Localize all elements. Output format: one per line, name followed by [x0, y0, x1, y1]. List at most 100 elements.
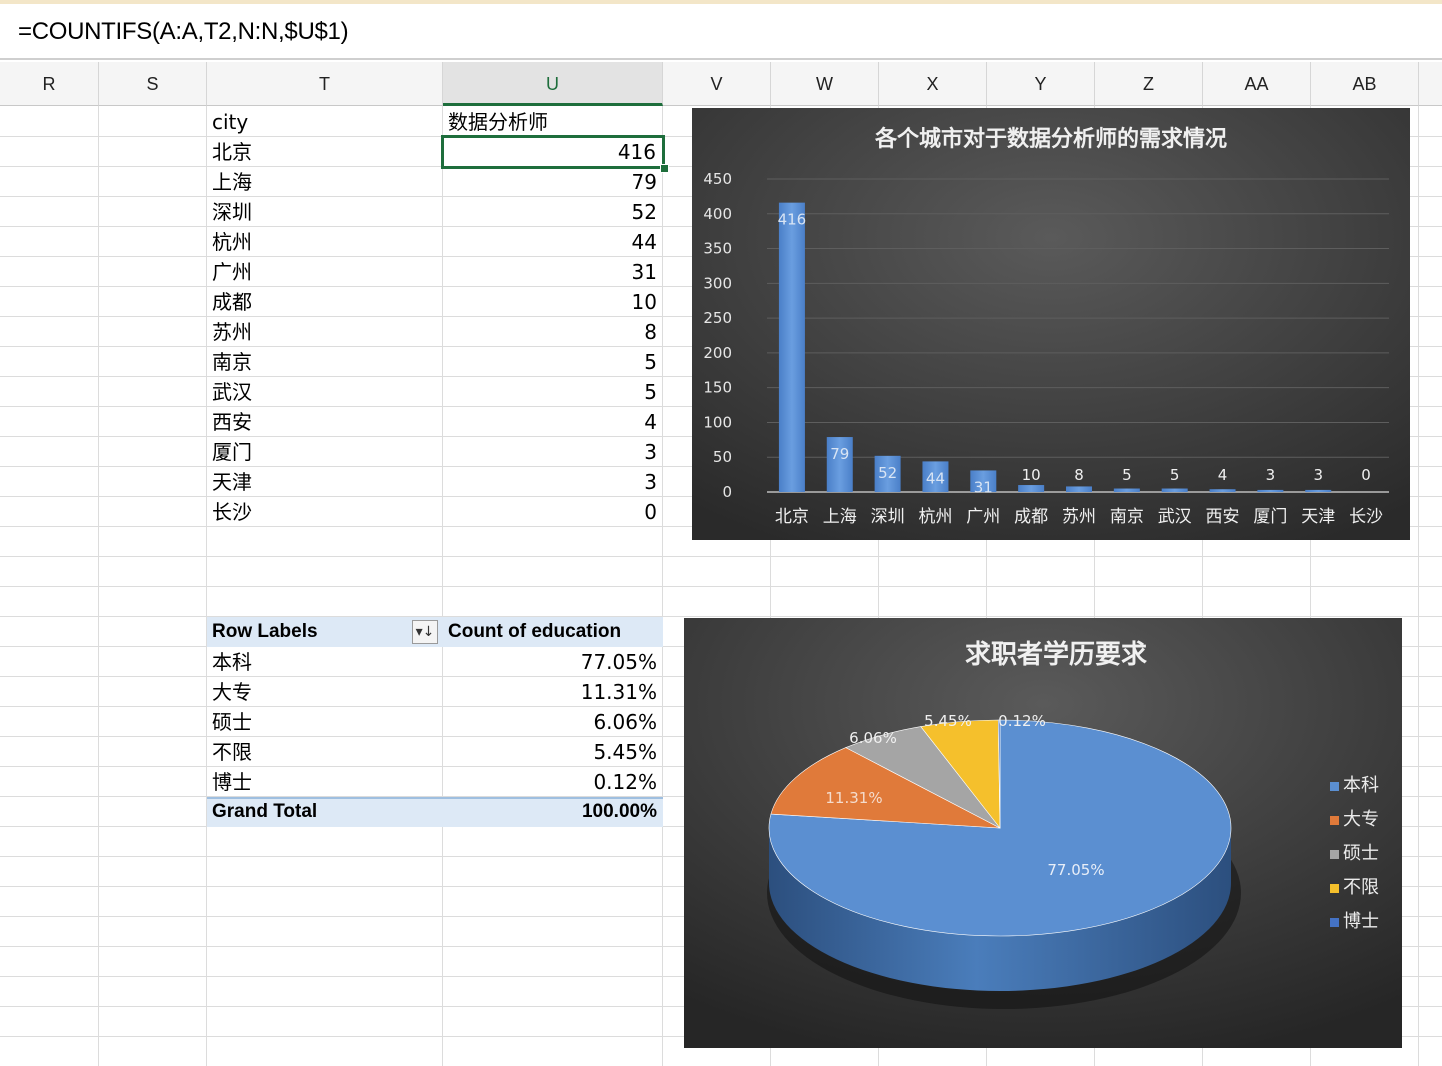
formula-text[interactable]: =COUNTIFS(A:A,T2,N:N,$U$1) [18, 18, 349, 46]
city-name-cell[interactable]: 上海 [207, 167, 443, 197]
x-tick-label: 西安 [1206, 507, 1240, 527]
city-name-cell[interactable]: 杭州 [207, 227, 443, 257]
legend-label[interactable]: 硕士 [1343, 843, 1379, 864]
column-header-ab[interactable]: AB [1311, 62, 1419, 106]
pivot-label-cell[interactable]: 本科 [207, 647, 443, 677]
city-name-cell[interactable]: 广州 [207, 257, 443, 287]
pivot-label-cell[interactable]: 大专 [207, 677, 443, 707]
bar-data-label: 4 [1218, 466, 1228, 484]
legend-swatch [1330, 782, 1339, 791]
bar-chart[interactable]: 各个城市对于数据分析师的需求情况 0 50 100 150 200 250 300 350 40… [692, 108, 1410, 540]
analyst-header-cell[interactable]: 数据分析师 [443, 107, 663, 137]
pie-data-label: 11.31% [825, 789, 882, 807]
legend-swatch [1330, 816, 1339, 825]
pie-data-label: 77.05% [1047, 861, 1104, 879]
pie-chart-title: 求职者学历要求 [965, 639, 1147, 670]
column-header-aa[interactable]: AA [1203, 62, 1311, 106]
city-name-cell[interactable]: 苏州 [207, 317, 443, 347]
y-tick-label: 250 [703, 309, 732, 327]
y-tick-label: 400 [703, 205, 732, 223]
pivot-value-cell[interactable]: 77.05% [443, 647, 663, 677]
formula-bar[interactable]: =COUNTIFS(A:A,T2,N:N,$U$1) [0, 0, 1442, 60]
x-tick-label: 广州 [966, 507, 1000, 527]
city-count-cell[interactable]: 79 [443, 167, 663, 197]
bar-data-label: 8 [1074, 466, 1084, 484]
city-name-cell[interactable]: 天津 [207, 467, 443, 497]
pie-chart[interactable]: 求职者学历要求 77.05% 11.31% 6.06% 5.45% 0.12% 本科 大专… [684, 618, 1402, 1048]
bar-data-label: 10 [1022, 466, 1041, 484]
column-header-r[interactable]: R [0, 62, 99, 106]
pivot-value-cell[interactable]: 0.12% [443, 767, 663, 797]
y-tick-label: 100 [703, 413, 732, 431]
column-header-x[interactable]: X [879, 62, 987, 106]
pivot-grand-total-label[interactable]: Grand Total [207, 797, 443, 827]
column-header-v[interactable]: V [663, 62, 771, 106]
bar[interactable] [1305, 489, 1332, 492]
city-count-cell[interactable]: 5 [443, 377, 663, 407]
legend-label[interactable]: 大专 [1343, 809, 1379, 830]
x-tick-label: 成都 [1014, 507, 1048, 527]
column-header-u[interactable]: U [443, 62, 663, 106]
legend-label[interactable]: 不限 [1343, 877, 1379, 898]
legend-label[interactable]: 博士 [1343, 911, 1379, 932]
x-tick-label: 深圳 [871, 507, 905, 527]
city-name-cell[interactable]: 西安 [207, 407, 443, 437]
city-count-cell[interactable]: 10 [443, 287, 663, 317]
bar[interactable] [1113, 488, 1140, 492]
x-tick-label: 杭州 [918, 507, 952, 527]
city-name-cell[interactable]: 长沙 [207, 497, 443, 527]
city-name-cell[interactable]: 武汉 [207, 377, 443, 407]
city-name-cell[interactable]: 深圳 [207, 197, 443, 227]
city-count-cell[interactable]: 0 [443, 497, 663, 527]
filter-dropdown-icon[interactable]: ▾↓ [412, 620, 438, 644]
city-count-cell[interactable]: 4 [443, 407, 663, 437]
city-count-cell[interactable]: 5 [443, 347, 663, 377]
selected-cell[interactable]: 416 [441, 135, 665, 169]
pivot-value-cell[interactable]: 5.45% [443, 737, 663, 767]
column-header-s[interactable]: S [99, 62, 207, 106]
bar[interactable] [1066, 486, 1092, 492]
bar[interactable] [1209, 489, 1236, 492]
pivot-label-cell[interactable]: 博士 [207, 767, 443, 797]
city-name-cell[interactable]: 南京 [207, 347, 443, 377]
city-count-cell[interactable]: 31 [443, 257, 663, 287]
city-header-cell[interactable]: city [207, 107, 443, 137]
bar[interactable] [1161, 488, 1188, 492]
pivot-value-cell[interactable]: 11.31% [443, 677, 663, 707]
column-header-w[interactable]: W [771, 62, 879, 106]
column-header-y[interactable]: Y [987, 62, 1095, 106]
bar-data-label: 5 [1122, 466, 1132, 484]
city-name-cell[interactable]: 北京 [207, 137, 443, 167]
legend-label[interactable]: 本科 [1343, 775, 1379, 796]
city-count-cell[interactable]: 52 [443, 197, 663, 227]
city-count-cell[interactable]: 3 [443, 467, 663, 497]
bar[interactable] [778, 202, 805, 492]
bar[interactable] [1257, 489, 1284, 492]
x-tick-label: 长沙 [1349, 507, 1383, 527]
pie-chart-svg: 求职者学历要求 77.05% 11.31% 6.06% 5.45% 0.12% 本科大专… [684, 618, 1402, 1048]
city-name-cell[interactable]: 厦门 [207, 437, 443, 467]
bar[interactable] [1018, 485, 1045, 492]
pivot-label-cell[interactable]: 不限 [207, 737, 443, 767]
x-tick-label: 武汉 [1158, 507, 1192, 527]
pivot-count-header[interactable]: Count of education [443, 617, 663, 647]
x-tick-label: 上海 [823, 507, 857, 527]
bar-data-label: 44 [926, 469, 945, 487]
column-header-next[interactable] [1419, 62, 1442, 106]
pivot-label-cell[interactable]: 硕士 [207, 707, 443, 737]
column-header-z[interactable]: Z [1095, 62, 1203, 106]
city-count-cell[interactable]: 44 [443, 227, 663, 257]
pie-data-label: 0.12% [998, 712, 1046, 730]
pivot-row-labels-header[interactable]: Row Labels [207, 617, 407, 647]
city-count-cell[interactable]: 3 [443, 437, 663, 467]
pivot-value-cell[interactable]: 6.06% [443, 707, 663, 737]
y-tick-label: 200 [703, 344, 732, 362]
legend-swatch [1330, 850, 1339, 859]
pivot-grand-total-value[interactable]: 100.00% [443, 797, 663, 827]
y-tick-label: 0 [722, 483, 732, 501]
city-count-cell[interactable]: 8 [443, 317, 663, 347]
x-tick-label: 厦门 [1253, 507, 1287, 527]
city-name-cell[interactable]: 成都 [207, 287, 443, 317]
x-tick-label: 北京 [775, 507, 809, 527]
column-header-t[interactable]: T [207, 62, 443, 106]
